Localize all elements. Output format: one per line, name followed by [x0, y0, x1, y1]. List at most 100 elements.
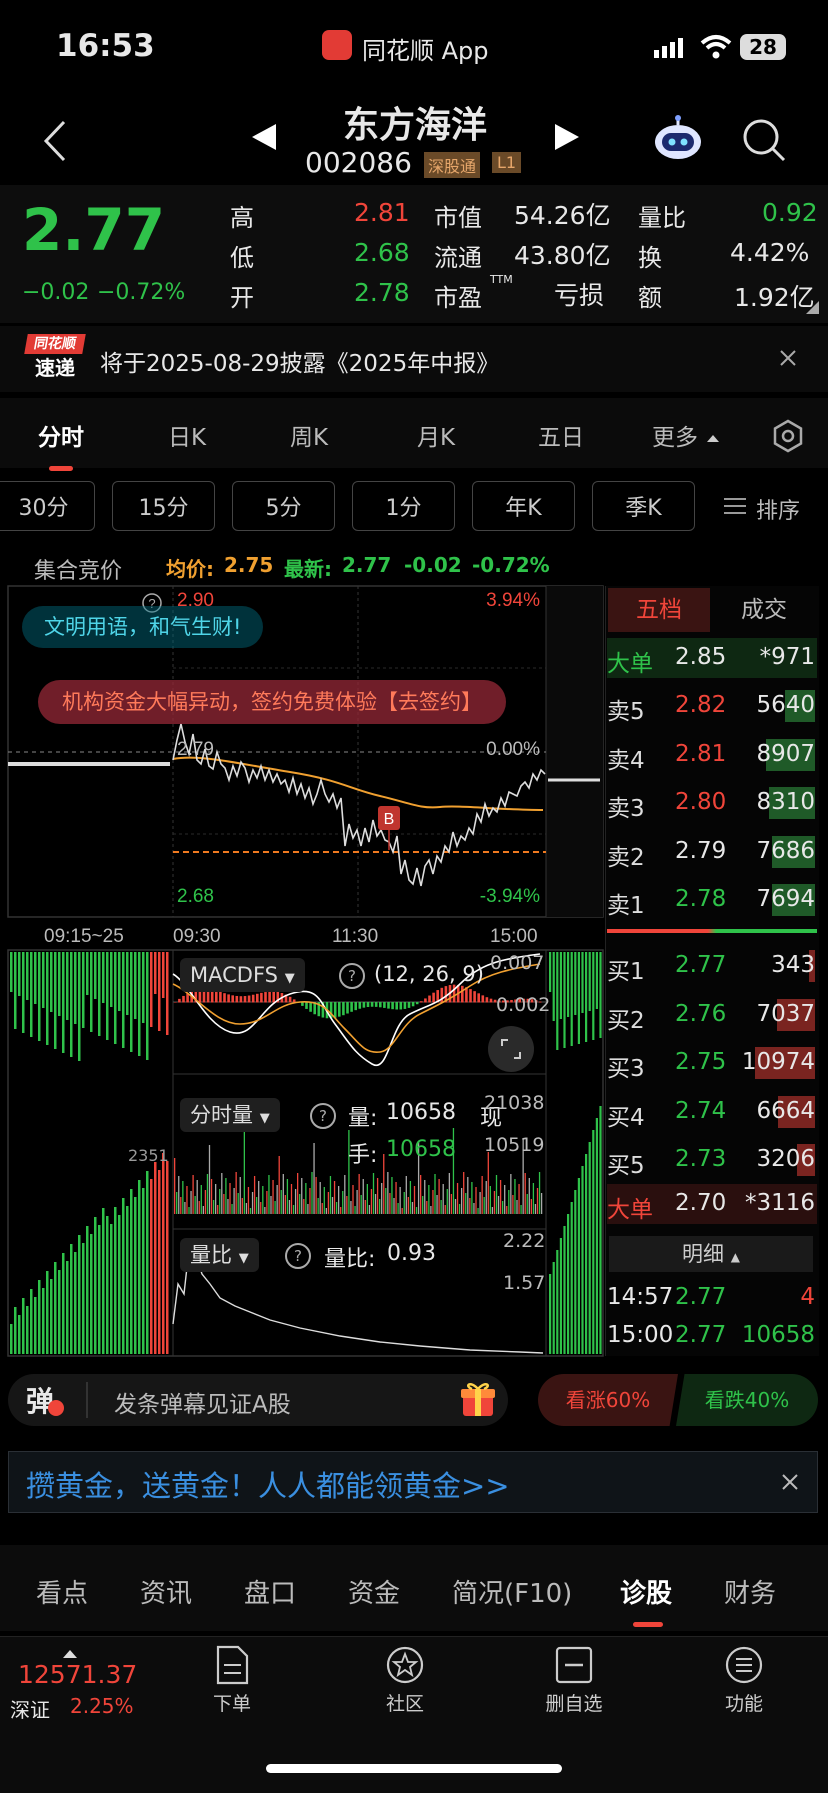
bearish-vote-button[interactable]: 看跌40% — [676, 1374, 818, 1426]
vr-panel-value: 0.93 — [387, 1241, 436, 1266]
bid-row[interactable]: 买1 2.77 343 — [607, 946, 817, 986]
macd-selector[interactable]: MACDFS ▼ — [180, 958, 305, 992]
barrage-input[interactable]: 发条弹幕见证A股 — [114, 1385, 291, 1419]
bid-row[interactable]: 买5 2.73 3206 — [607, 1140, 817, 1180]
bid-row[interactable]: 买4 2.74 6664 — [607, 1092, 817, 1132]
tab-highlights[interactable]: 看点 — [36, 1573, 88, 1610]
post-bar — [577, 1178, 580, 1354]
volume-bar — [210, 1179, 213, 1214]
ask-row[interactable]: 卖2 2.79 7686 — [607, 832, 817, 872]
tab-orderbook[interactable]: 盘口 — [244, 1573, 296, 1610]
chip-15min[interactable]: 15分 — [112, 481, 215, 531]
tab-financials[interactable]: 财务 — [724, 1573, 776, 1610]
bid-row[interactable]: 买2 2.76 7037 — [607, 995, 817, 1035]
chip-1min[interactable]: 1分 — [352, 481, 455, 531]
post-bar — [577, 952, 580, 1044]
ask-row[interactable]: 卖3 2.80 8310 — [607, 783, 817, 823]
sort-icon[interactable] — [724, 496, 746, 520]
bid-row[interactable]: 买3 2.75 10974 — [607, 1043, 817, 1083]
volume-bar — [381, 1183, 383, 1214]
latest-label: 最新: — [284, 557, 332, 581]
index-value[interactable]: 12571.37 — [18, 1660, 137, 1689]
settings-icon[interactable] — [770, 418, 806, 458]
expand-corner-icon[interactable] — [806, 300, 820, 319]
stock-name: 东方海洋 — [342, 105, 487, 146]
close-promo-icon[interactable] — [780, 1472, 800, 1496]
tab-more[interactable]: 更多 — [652, 418, 698, 452]
volume-bar — [192, 1175, 194, 1214]
volume-bar — [344, 1175, 346, 1214]
auction-bar — [34, 952, 37, 1004]
nav-order[interactable]: 下单 — [172, 1645, 292, 1716]
volume-bar — [473, 1203, 475, 1214]
orderbook-tab-five[interactable]: 五档 — [608, 588, 710, 632]
tab-intraday[interactable]: 分时 — [38, 418, 84, 452]
auction-bar — [58, 952, 61, 1016]
macd-bar — [485, 997, 489, 1003]
gold-promo-text[interactable]: 攒黄金，送黄金！人人都能领黄金>> — [26, 1463, 510, 1505]
volume-bar — [502, 1201, 504, 1214]
close-news-icon[interactable] — [778, 348, 798, 372]
bid-vol: 7037 — [756, 1000, 815, 1027]
promo-sign-banner[interactable]: 机构资金大幅异动，签约免费体验【去签约】 — [38, 680, 506, 724]
back-button[interactable] — [40, 118, 70, 168]
float-value: 43.80亿 — [514, 241, 611, 270]
macd-bar — [264, 992, 267, 1003]
volume-bar — [184, 1202, 186, 1214]
chip-year-k[interactable]: 年K — [472, 481, 575, 531]
tab-news[interactable]: 资讯 — [140, 1573, 192, 1610]
volume-bar — [399, 1187, 401, 1214]
prev-stock-icon[interactable] — [250, 122, 278, 156]
tab-week-k[interactable]: 周K — [290, 418, 328, 452]
index-name: 深证 — [10, 1698, 50, 1722]
auction-bar — [130, 952, 133, 1052]
fullscreen-icon[interactable] — [488, 1026, 534, 1072]
volume-help-icon[interactable]: ? — [310, 1103, 336, 1129]
auction-bar — [102, 1208, 105, 1354]
tab-funds[interactable]: 资金 — [348, 1573, 400, 1610]
news-text[interactable]: 将于2025-08-29披露《2025年中报》 — [100, 344, 499, 378]
next-stock-icon[interactable] — [553, 122, 581, 156]
sort-label[interactable]: 排序 — [756, 493, 800, 525]
gift-icon[interactable] — [460, 1380, 496, 1422]
auction-bar — [86, 952, 89, 995]
orderbook-tab-trades[interactable]: 成交 — [712, 588, 816, 632]
vr-selector[interactable]: 量比 ▼ — [180, 1238, 259, 1272]
macd-bar — [251, 994, 255, 1003]
chip-30min[interactable]: 30分 — [0, 481, 95, 531]
tab-five-day[interactable]: 五日 — [538, 418, 584, 452]
ask-row[interactable]: 卖1 2.78 7694 — [607, 880, 817, 920]
vr-help-icon[interactable]: ? — [285, 1243, 311, 1269]
volume-bar — [286, 1179, 289, 1214]
bullish-vote-button[interactable]: 看涨60% — [538, 1374, 678, 1426]
macd-bar — [239, 996, 243, 1003]
volume-bar — [323, 1187, 325, 1214]
volume-selector[interactable]: 分时量 ▼ — [180, 1098, 280, 1132]
tab-month-k[interactable]: 月K — [417, 418, 455, 452]
time-label-auction: 09:15~25 — [44, 926, 124, 947]
macd-bar — [395, 1002, 398, 1010]
ask-row[interactable]: 卖4 2.81 8907 — [607, 735, 817, 775]
macd-help-icon[interactable]: ? — [339, 963, 365, 989]
search-icon[interactable] — [742, 118, 786, 166]
nav-functions[interactable]: 功能 — [684, 1645, 804, 1716]
post-bar — [549, 1274, 552, 1354]
detail-header[interactable]: 明细 ▲ — [609, 1236, 813, 1272]
auction-bar — [94, 1217, 97, 1354]
tab-profile[interactable]: 简况(F10) — [452, 1573, 572, 1610]
vr-max: 2.22 — [503, 1230, 546, 1252]
tab-day-k[interactable]: 日K — [168, 418, 206, 452]
tab-diagnosis[interactable]: 诊股 — [620, 1573, 672, 1610]
bid-label: 买3 — [607, 1056, 645, 1082]
volume-bar — [278, 1156, 280, 1214]
volume-bar — [200, 1185, 202, 1214]
nav-remove-watchlist[interactable]: 删自选 — [514, 1645, 634, 1716]
chip-5min[interactable]: 5分 — [232, 481, 335, 531]
ask-vol: 8907 — [756, 740, 815, 767]
macd-bar — [489, 998, 493, 1003]
robot-assistant-icon[interactable] — [652, 114, 704, 166]
chip-season-k[interactable]: 季K — [592, 481, 695, 531]
volume-bar — [206, 1174, 209, 1214]
nav-community[interactable]: 社区 — [345, 1645, 465, 1716]
ask-row[interactable]: 卖5 2.82 5640 — [607, 686, 817, 726]
